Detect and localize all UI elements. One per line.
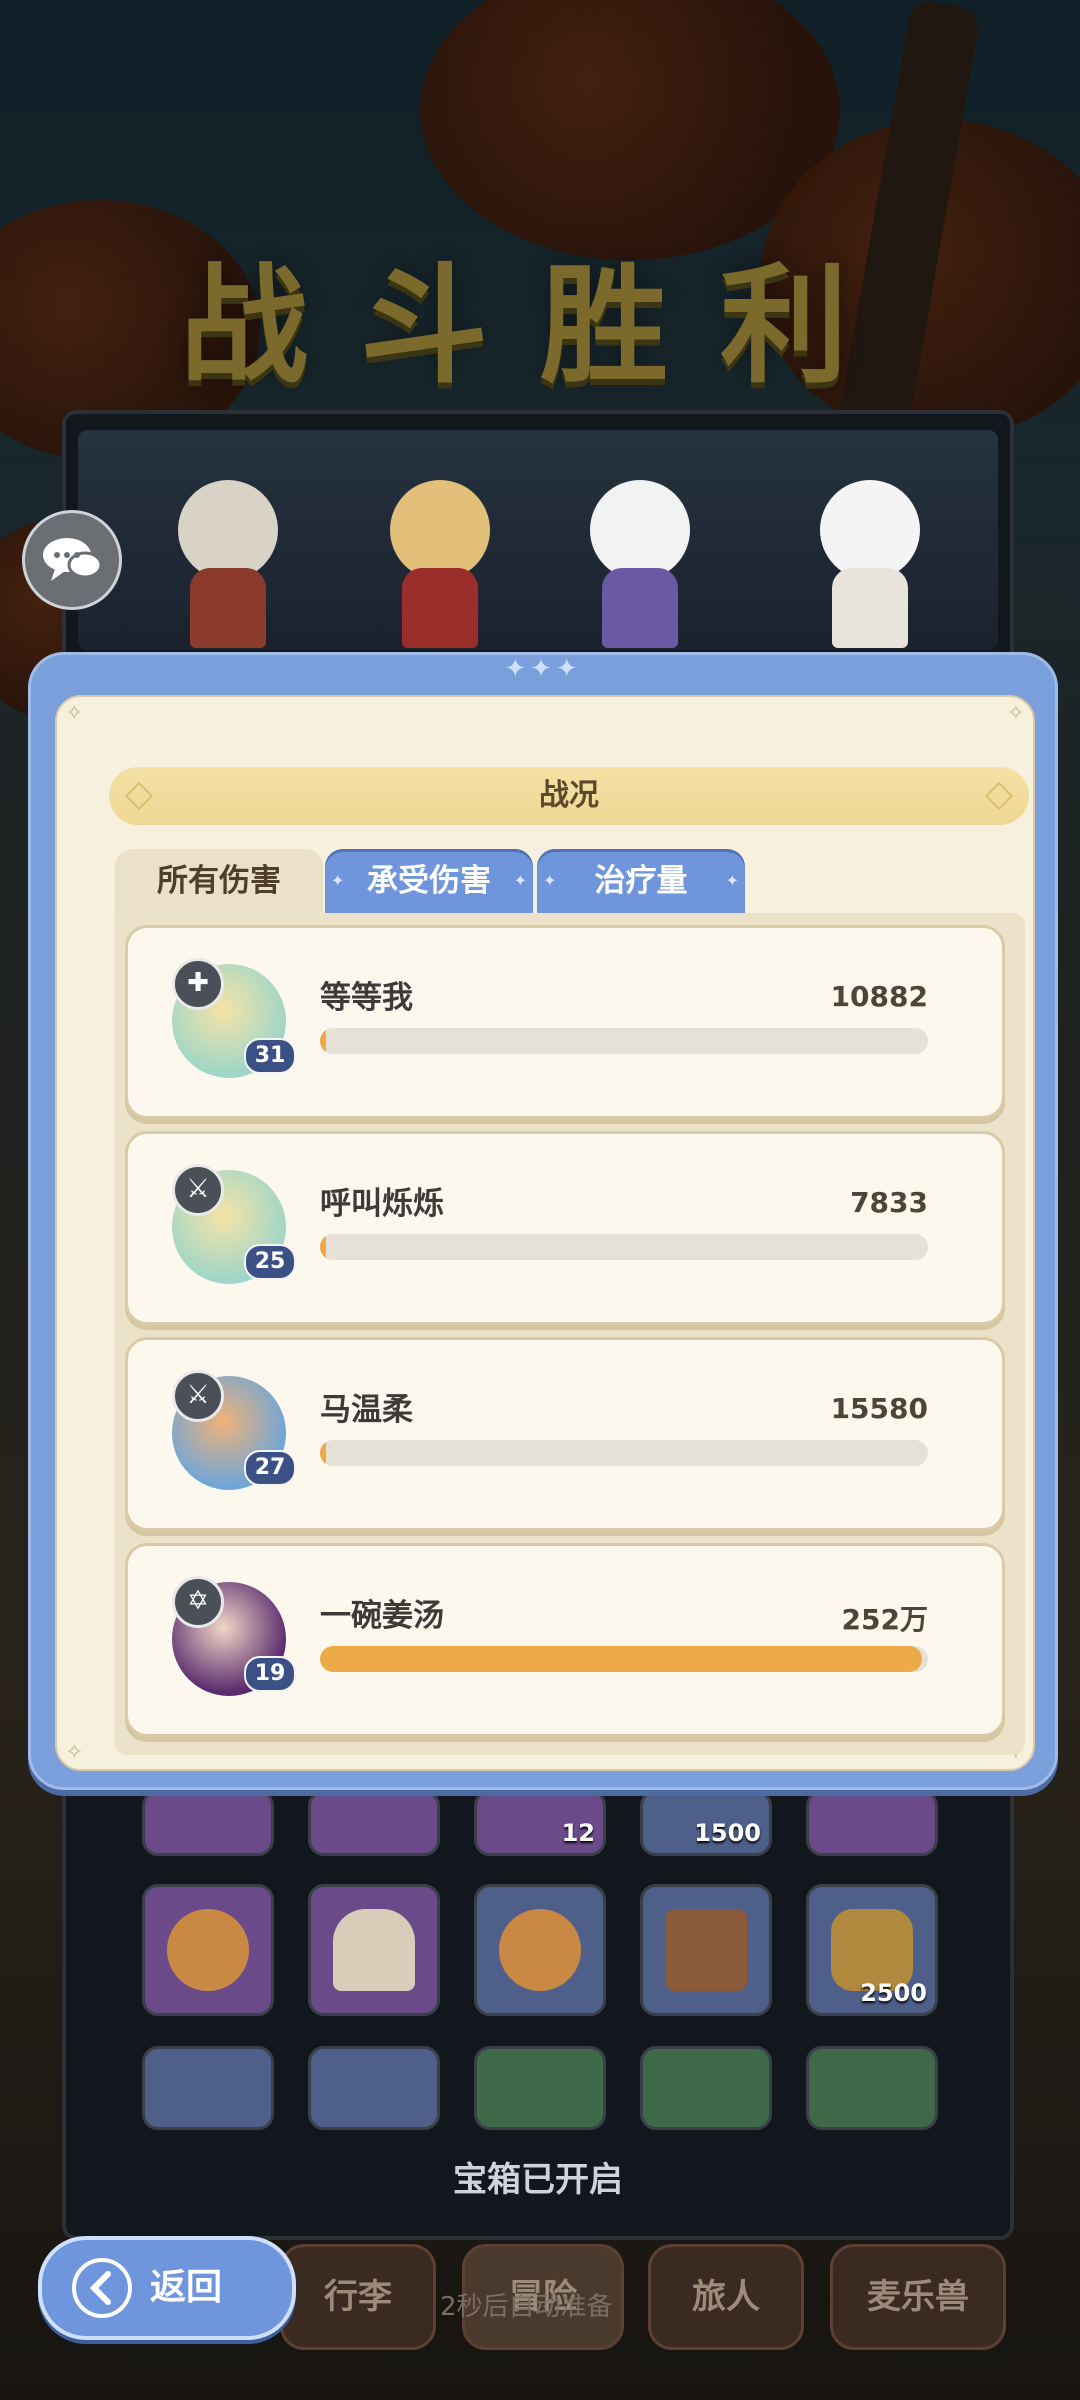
damage-bar [320, 1646, 928, 1672]
sword-role-icon: ⚔ [172, 1370, 224, 1422]
gem-ornament-icon [124, 781, 154, 811]
team-hero [810, 480, 930, 650]
pants-icon [665, 1909, 747, 1991]
loot-slot[interactable]: 1500 [640, 1790, 772, 1856]
sparkle-icon: ✦ [513, 871, 527, 890]
back-button-label: 返回 [150, 2267, 223, 2308]
damage-bar-fill [320, 1646, 922, 1672]
corner-ornament-icon: ✧ [1006, 701, 1025, 726]
player-name: 一碗姜汤 [320, 1598, 444, 1634]
damage-bar [320, 1440, 928, 1466]
damage-bar-fill [320, 1028, 327, 1054]
ring-icon [499, 1909, 581, 1991]
nav-tab-pets[interactable]: 麦乐兽 [830, 2244, 1006, 2350]
tab-label: 所有伤害 [157, 863, 281, 899]
sparkle-icon: ✦ [543, 871, 557, 890]
tab-all-damage[interactable]: 所有伤害 [115, 849, 323, 913]
level-badge: 19 [244, 1656, 296, 1692]
loot-slot[interactable] [806, 2046, 938, 2130]
tab-damage-taken[interactable]: ✦ 承受伤害 ✦ [325, 849, 533, 913]
level-badge: 25 [244, 1244, 296, 1280]
team-hero [580, 480, 700, 650]
sparkle-decoration-icon: ✦✦✦ [504, 654, 582, 684]
gem-ornament-icon [984, 781, 1014, 811]
damage-list: ✚ 31 等等我 10882 ⚔ 25 呼叫烁烁 7833 ⚔ 27 马温柔 1… [115, 913, 1025, 1755]
level-badge: 31 [244, 1038, 296, 1074]
loot-slot[interactable] [806, 1790, 938, 1856]
nav-tab-travelers[interactable]: 旅人 [648, 2244, 804, 2350]
sparkle-icon: ✦ [725, 871, 739, 890]
damage-bar [320, 1028, 928, 1054]
loot-slot[interactable] [640, 1884, 772, 2016]
sparkle-icon: ✦ [331, 871, 345, 890]
sword-role-icon: ⚔ [172, 1164, 224, 1216]
team-hero [168, 480, 288, 650]
loot-slot[interactable] [308, 2046, 440, 2130]
player-name: 等等我 [320, 980, 413, 1016]
list-item[interactable]: ✚ 31 等等我 10882 [125, 925, 1005, 1119]
damage-bar-fill [320, 1234, 327, 1260]
dialog-title: 战况 [539, 778, 599, 813]
nav-tab-luggage[interactable]: 行李 [280, 2244, 436, 2350]
loot-slot[interactable] [474, 2046, 606, 2130]
player-name: 呼叫烁烁 [320, 1186, 444, 1222]
loot-slot[interactable]: 2500 [806, 1884, 938, 2016]
battle-stats-dialog: ✦✦✦ ✧ ✧ ✧ ✧ 战况 所有伤害 ✦ 承受伤害 ✦ ✦ 治疗量 ✦ [28, 652, 1058, 1790]
ring-icon [167, 1909, 249, 1991]
damage-value: 7833 [850, 1186, 928, 1219]
loot-slot[interactable] [142, 2046, 274, 2130]
team-hero [380, 480, 500, 650]
level-badge: 27 [244, 1450, 296, 1486]
dialog-body: ✧ ✧ ✧ ✧ 战况 所有伤害 ✦ 承受伤害 ✦ ✦ 治疗量 ✦ [55, 695, 1035, 1771]
loot-slot[interactable] [474, 1884, 606, 2016]
loot-slot[interactable] [142, 1790, 274, 1856]
damage-value: 252万 [841, 1603, 928, 1636]
loot-slot[interactable]: 12 [474, 1790, 606, 1856]
damage-value: 10882 [830, 980, 928, 1013]
chest-status: 宝箱已开启 [453, 2160, 623, 2200]
damage-bar [320, 1234, 928, 1260]
item-quantity: 2500 [860, 1979, 927, 2007]
list-item[interactable]: ⚔ 25 呼叫烁烁 7833 [125, 1131, 1005, 1325]
loot-slot[interactable] [640, 2046, 772, 2130]
cross-role-icon: ✚ [172, 958, 224, 1010]
back-button[interactable]: 返回 [38, 2236, 296, 2340]
corner-ornament-icon: ✧ [65, 1740, 84, 1765]
tab-label: 治疗量 [594, 863, 688, 899]
chat-button[interactable] [22, 510, 122, 610]
tab-healing[interactable]: ✦ 治疗量 ✦ [537, 849, 745, 913]
victory-title: 战斗胜利 [179, 251, 900, 401]
chat-bubble-icon [43, 538, 103, 581]
loot-slot[interactable] [142, 1884, 274, 2016]
dialog-title-bar: 战况 [109, 767, 1029, 825]
list-item[interactable]: ⚔ 27 马温柔 15580 [125, 1337, 1005, 1531]
item-quantity: 12 [561, 1819, 595, 1847]
damage-value: 15580 [830, 1392, 928, 1425]
player-name: 马温柔 [320, 1392, 413, 1428]
damage-bar-fill [320, 1440, 327, 1466]
loot-slot[interactable] [308, 1884, 440, 2016]
helmet-icon [333, 1909, 415, 1991]
star-role-icon: ✡ [172, 1576, 224, 1628]
back-arrow-icon [72, 2258, 132, 2318]
auto-ready-countdown: 2秒后自动准备 [440, 2292, 613, 2322]
list-item[interactable]: ✡ 19 一碗姜汤 252万 [125, 1543, 1005, 1737]
corner-ornament-icon: ✧ [65, 701, 84, 726]
loot-slot[interactable] [308, 1790, 440, 1856]
item-quantity: 1500 [694, 1819, 761, 1847]
tab-label: 承受伤害 [367, 863, 491, 899]
